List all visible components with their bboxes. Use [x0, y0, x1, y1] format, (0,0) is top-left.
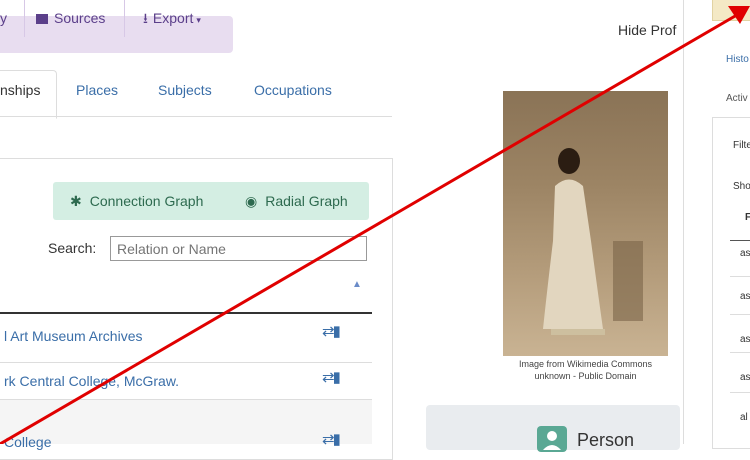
radial-graph-button[interactable]: ◉ Radial Graph	[245, 182, 348, 220]
tab-relationships-label[interactable]: nships	[0, 82, 40, 98]
table-row-divider	[730, 314, 750, 315]
connection-graph-button[interactable]: ✱ Connection Graph	[70, 182, 203, 220]
profile-photo	[503, 91, 668, 356]
sidebar-table-header-border	[730, 240, 750, 241]
sidebar-notice	[712, 0, 750, 21]
book-icon	[36, 14, 48, 24]
search-input[interactable]	[110, 236, 367, 261]
search-label: Search:	[48, 240, 97, 256]
sidebar-table-row: as	[740, 248, 750, 259]
table-row-divider	[0, 362, 372, 363]
sidebar-divider	[683, 0, 684, 444]
toolbar-divider	[124, 0, 125, 37]
relation-book-icon[interactable]: ⇄▮	[322, 322, 341, 340]
tab-subjects[interactable]: Subjects	[158, 82, 212, 98]
show-entries-label: Sho	[733, 181, 750, 192]
relation-book-icon[interactable]: ⇄▮	[322, 430, 341, 448]
sidebar-table-header[interactable]: F	[745, 212, 750, 223]
export-button[interactable]: ⭳ Export ▾	[143, 0, 201, 37]
tabs-divider	[0, 116, 392, 117]
portrait-figure	[543, 148, 643, 335]
relation-row-2-name[interactable]: rk Central College, McGraw.	[4, 373, 179, 389]
table-row-divider	[730, 276, 750, 277]
table-header-border	[0, 312, 372, 314]
tab-occupations[interactable]: Occupations	[254, 82, 332, 98]
sidebar-table-row: as	[740, 372, 750, 383]
tab-places[interactable]: Places	[76, 82, 118, 98]
sources-button[interactable]: Sources	[36, 0, 105, 37]
download-icon: ⭳	[143, 10, 148, 26]
activity-label: Activ	[726, 93, 748, 104]
sidebar-table-row: as	[740, 334, 750, 345]
table-row-divider	[730, 392, 750, 393]
relation-row-1-name[interactable]: l Art Museum Archives	[4, 328, 143, 344]
filter-label: Filte	[733, 140, 750, 151]
table-row	[0, 400, 372, 444]
sidebar-table-row: al	[740, 412, 748, 423]
toolbar-divider	[24, 0, 25, 37]
caption-source-link[interactable]: Image from Wikimedia Commons	[503, 358, 668, 370]
image-caption: Image from Wikimedia Commons unknown - P…	[503, 358, 668, 382]
history-link[interactable]: Histo	[726, 54, 749, 65]
sidebar-panel	[712, 117, 750, 449]
sort-ascending-icon[interactable]: ▲	[352, 279, 362, 290]
radio-target-icon: ◉	[245, 193, 258, 209]
person-icon	[537, 426, 567, 452]
toolbar-partial-button[interactable]: y	[0, 0, 7, 37]
caret-down-icon: ▾	[196, 15, 201, 25]
hide-profile-link[interactable]: Hide Prof	[618, 22, 676, 38]
relation-book-icon[interactable]: ⇄▮	[322, 368, 341, 386]
table-row-divider	[730, 352, 750, 353]
asterisk-icon: ✱	[70, 193, 82, 209]
entity-type-label: Person	[577, 430, 635, 450]
caption-license: unknown - Public Domain	[534, 371, 637, 381]
relation-row-3-name[interactable]: College	[4, 434, 51, 450]
sidebar-table-row: as	[740, 291, 750, 302]
